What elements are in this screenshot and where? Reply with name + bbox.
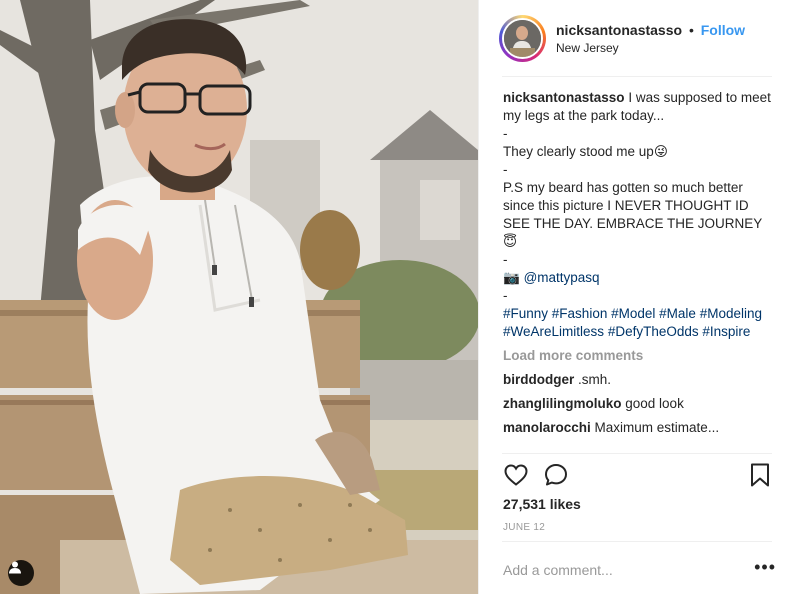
post-side-panel: nicksantonastasso • Follow New Jersey ni… (478, 0, 794, 594)
header-text: nicksantonastasso • Follow New Jersey (556, 21, 745, 55)
comments-section[interactable]: nicksantonastasso I was supposed to meet… (503, 89, 773, 451)
hashtag-link[interactable]: #Model (611, 306, 655, 321)
caption-text: P.S my beard has gotten so much better s… (503, 180, 763, 249)
comment-username-link[interactable]: zhanglilingmoluko (503, 396, 622, 411)
comment-item: manolarocchi Maximum estimate... (503, 419, 773, 437)
story-ring[interactable] (499, 14, 546, 62)
hashtag-link[interactable]: #Modeling (700, 306, 762, 321)
hashtag-list: #Funny #Fashion #Model #Male #Modeling #… (503, 305, 773, 341)
hashtag-link[interactable]: #Fashion (552, 306, 608, 321)
comment-item: zhanglilingmoluko good look (503, 395, 773, 413)
caption: nicksantonastasso I was supposed to meet… (503, 89, 773, 341)
load-more-comments-button[interactable]: Load more comments (503, 347, 773, 365)
mention-link[interactable]: @mattypasq (524, 270, 600, 285)
post-date: JUNE 12 (503, 522, 546, 533)
location-link[interactable]: New Jersey (556, 41, 745, 55)
instagram-post: nicksantonastasso • Follow New Jersey ni… (0, 0, 794, 594)
more-options-icon[interactable]: ••• (754, 558, 776, 576)
hashtag-link[interactable]: #Funny (503, 306, 548, 321)
avatar[interactable] (502, 17, 543, 59)
action-bar (503, 460, 773, 490)
actions-divider (502, 453, 772, 454)
caption-text: They clearly stood me up😜 (503, 144, 668, 159)
heart-icon[interactable] (503, 462, 529, 488)
bookmark-icon[interactable] (747, 462, 773, 488)
caption-dash: - (503, 252, 508, 267)
post-header: nicksantonastasso • Follow New Jersey (479, 0, 794, 76)
comment-username-link[interactable]: birddodger (503, 372, 574, 387)
comment-divider (502, 541, 772, 542)
camera-icon: 📷 (503, 270, 520, 285)
comment-text: .smh. (578, 372, 612, 387)
likes-count[interactable]: 27,531 likes (503, 496, 581, 512)
comment-username-link[interactable]: manolarocchi (503, 420, 591, 435)
caption-username-link[interactable]: nicksantonastasso (503, 90, 625, 105)
header-username-link[interactable]: nicksantonastasso (556, 22, 682, 38)
user-tag-icon[interactable] (8, 560, 34, 586)
photo-illustration (0, 0, 478, 594)
comment-text: good look (625, 396, 684, 411)
hashtag-link[interactable]: #Inspire (702, 324, 750, 339)
comment-item: birddodger .smh. (503, 371, 773, 389)
hashtag-link[interactable]: #DefyTheOdds (608, 324, 699, 339)
header-divider (502, 76, 772, 77)
caption-dash: - (503, 288, 508, 303)
post-photo[interactable] (0, 0, 478, 594)
add-comment-input[interactable] (503, 560, 743, 580)
caption-dash: - (503, 162, 508, 177)
separator-dot: • (688, 22, 694, 38)
caption-dash: - (503, 126, 508, 141)
hashtag-link[interactable]: #Male (659, 306, 696, 321)
follow-button[interactable]: Follow (701, 22, 745, 38)
comment-bubble-icon[interactable] (543, 462, 569, 488)
comment-text: Maximum estimate... (594, 420, 720, 435)
hashtag-link[interactable]: #WeAreLimitless (503, 324, 604, 339)
